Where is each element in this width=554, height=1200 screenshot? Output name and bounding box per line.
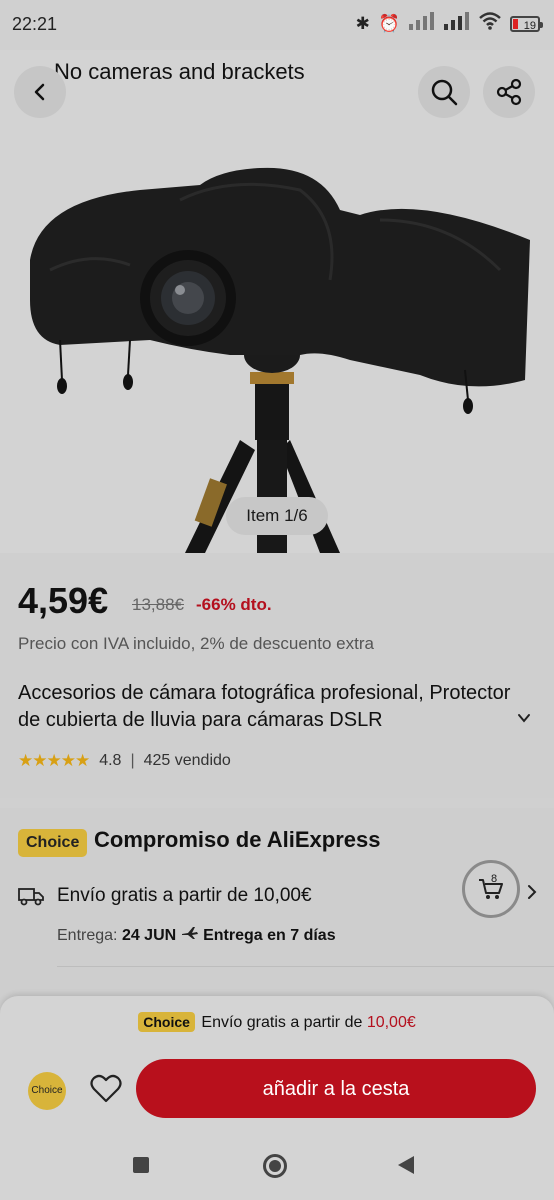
back-nav-button[interactable] xyxy=(398,1156,414,1174)
choice-title: Compromiso de AliExpress xyxy=(94,827,381,852)
chevron-left-icon xyxy=(34,83,45,101)
product-image xyxy=(0,50,554,553)
search-button[interactable] xyxy=(418,66,470,118)
product-info: 4,59€ 13,88€ -66% dto. Precio con IVA in… xyxy=(0,553,554,798)
cart-button[interactable]: 8 xyxy=(462,860,520,918)
product-price: 4,59€ xyxy=(18,580,109,621)
chevron-right-icon[interactable] xyxy=(526,884,538,900)
status-icons: ✱ ⏰ 19 xyxy=(355,12,543,35)
share-button[interactable] xyxy=(483,66,535,118)
wishlist-heart-icon[interactable] xyxy=(90,1074,122,1104)
tax-note: Precio con IVA incluido, 2% de descuento… xyxy=(18,634,374,653)
promo-choice-badge: Choice xyxy=(138,1012,195,1032)
signal-icon-2 xyxy=(444,12,470,35)
add-to-cart-button[interactable]: añadir a la cesta xyxy=(136,1059,536,1118)
cart-count: 8 xyxy=(491,873,498,885)
promo-banner: Choice Envío gratis a partir de 10,00€ xyxy=(0,1012,554,1032)
status-bar: 22:21 ✱ ⏰ 19 xyxy=(0,0,554,50)
wifi-icon xyxy=(479,12,501,35)
image-counter: Item 1/6 xyxy=(226,497,328,535)
delivery-info: Entrega: 24 JUN Entrega en 7 días xyxy=(57,926,336,945)
promo-text: Envío gratis a partir de xyxy=(201,1014,363,1031)
battery-icon: 19 xyxy=(510,15,543,32)
bluetooth-icon: ✱ xyxy=(355,13,370,33)
choice-store-button[interactable]: Choice xyxy=(28,1072,66,1110)
sold-count: 425 vendido xyxy=(143,752,231,769)
choice-badge: Choice xyxy=(18,829,88,857)
star-rating-icon: ★★★★★ xyxy=(18,751,90,770)
search-icon xyxy=(431,79,458,106)
truck-icon xyxy=(18,888,44,906)
chevron-down-icon[interactable] xyxy=(517,711,531,725)
divider xyxy=(57,966,554,967)
share-icon xyxy=(496,78,522,106)
shipping-text: Envío gratis a partir de 10,00€ xyxy=(57,885,312,906)
search-query-title[interactable]: No cameras and brackets xyxy=(54,59,305,85)
discount-label: -66% dto. xyxy=(196,595,272,614)
original-price: 13,88€ xyxy=(132,595,184,614)
rating-row[interactable]: ★★★★★ 4.8 | 425 vendido xyxy=(18,751,231,771)
home-button[interactable] xyxy=(263,1154,287,1178)
product-title[interactable]: Accesorios de cámara fotográfica profesi… xyxy=(18,680,538,734)
alarm-icon: ⏰ xyxy=(378,13,400,33)
rating-value: 4.8 xyxy=(99,752,122,769)
product-image-gallery[interactable]: Item 1/6 xyxy=(0,50,554,553)
delivery-date: 24 JUN xyxy=(121,927,177,944)
back-button[interactable] xyxy=(14,66,66,118)
plane-icon xyxy=(181,927,198,939)
delivery-days: Entrega en 7 días xyxy=(203,927,336,944)
status-time: 22:21 xyxy=(12,14,58,34)
signal-icon xyxy=(409,12,435,35)
promo-amount: 10,00€ xyxy=(366,1014,416,1031)
rating-separator: | xyxy=(130,752,135,769)
recent-apps-button[interactable] xyxy=(133,1157,149,1173)
delivery-label: Entrega: xyxy=(57,927,118,944)
choice-commitment-section[interactable]: Choice Compromiso de AliExpress Envío gr… xyxy=(0,808,554,1008)
